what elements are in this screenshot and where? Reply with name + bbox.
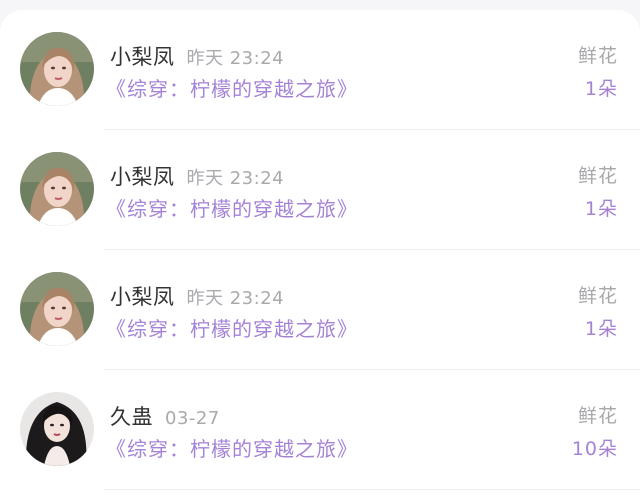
book-title-link[interactable]: 《综穿：柠檬的穿越之旅》: [106, 193, 358, 222]
user-name[interactable]: 久蛊 03-27: [110, 401, 220, 431]
timestamp: 昨天 23:24: [186, 168, 285, 189]
avatar-girl-blonde-icon: [20, 32, 94, 106]
user-name-label: 小梨凤: [110, 285, 175, 309]
timestamp: 昨天 23:24: [186, 48, 285, 69]
gift-record-list: 小梨凤 昨天 23:24 《综穿：柠檬的穿越之旅》 鲜花 1朵 小梨凤 昨天 23:…: [0, 10, 640, 495]
gift-count: 10朵: [571, 438, 618, 460]
book-title-link[interactable]: 《综穿：柠檬的穿越之旅》: [106, 313, 358, 342]
user-name-label: 小梨凤: [110, 165, 175, 189]
user-name[interactable]: 小梨凤 昨天 23:24: [110, 161, 284, 191]
avatar-girl-blonde-icon: [20, 272, 94, 346]
user-avatar[interactable]: [20, 392, 94, 466]
list-item[interactable]: 久蛊 03-27 《综穿：柠檬的穿越之旅》 鲜花 10朵: [0, 370, 640, 490]
list-item[interactable]: 小梨凤 昨天 23:24 《综穿：柠檬的穿越之旅》 鲜花 1朵: [0, 250, 640, 370]
user-name-label: 小梨凤: [110, 45, 175, 69]
gift-type: 鲜花: [577, 285, 618, 307]
avatar-girl-dark-hair-icon: [20, 392, 94, 466]
gift-count: 1朵: [584, 198, 618, 220]
user-name[interactable]: 小梨凤 昨天 23:24: [110, 281, 284, 311]
timestamp: 昨天 23:24: [186, 288, 285, 309]
user-avatar[interactable]: [20, 272, 94, 346]
avatar-girl-blonde-icon: [20, 152, 94, 226]
gift-type: 鲜花: [577, 45, 618, 67]
timestamp: 03-27: [165, 408, 220, 429]
gift-type: 鲜花: [577, 405, 618, 427]
book-title-link[interactable]: 《综穿：柠檬的穿越之旅》: [106, 433, 358, 462]
user-name[interactable]: 小梨凤 昨天 23:24: [110, 41, 284, 71]
user-avatar[interactable]: [20, 32, 94, 106]
user-name-label: 久蛊: [110, 405, 153, 429]
gift-type: 鲜花: [577, 165, 618, 187]
book-title-link[interactable]: 《综穿：柠檬的穿越之旅》: [106, 73, 358, 102]
list-item[interactable]: 小梨凤 昨天 23:24 《综穿：柠檬的穿越之旅》 鲜花 1朵: [0, 10, 640, 130]
user-avatar[interactable]: [20, 152, 94, 226]
gift-count: 1朵: [584, 318, 618, 340]
list-item[interactable]: 小梨凤 昨天 23:24 《综穿：柠檬的穿越之旅》 鲜花 1朵: [0, 130, 640, 250]
gift-count: 1朵: [584, 78, 618, 100]
